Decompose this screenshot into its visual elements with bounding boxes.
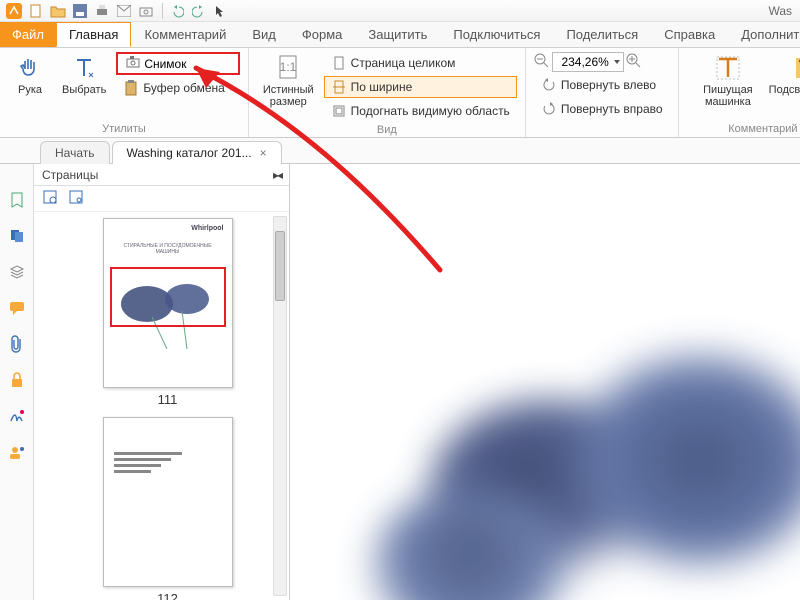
highlight-button[interactable]: Подсвеченный: [773, 52, 800, 98]
menu-tab-form[interactable]: Форма: [289, 22, 356, 47]
redo-icon[interactable]: [189, 1, 209, 21]
layers-icon[interactable]: [7, 262, 27, 282]
ribbon-group-view: 1:1 Истинный размер Страница целиком По …: [249, 48, 526, 137]
fit-width-icon: [331, 79, 347, 95]
selection-rect: [110, 267, 226, 327]
ribbon-group-utils: Рука Выбрать Снимок Буфер обмена ▾ Утили…: [0, 48, 249, 137]
clipboard-icon: [123, 80, 139, 96]
panel-header: Страницы ▸◂: [34, 164, 289, 186]
save-icon[interactable]: [70, 1, 90, 21]
comments-panel-icon[interactable]: [7, 298, 27, 318]
open-folder-icon[interactable]: [48, 1, 68, 21]
window-title: Was: [768, 4, 796, 18]
select-tool-button[interactable]: Выбрать: [56, 52, 112, 98]
thumb-small-icon[interactable]: [68, 189, 84, 208]
actual-size-icon: 1:1: [274, 54, 302, 82]
print-icon[interactable]: [92, 1, 112, 21]
rotate-right-button[interactable]: Повернуть вправо: [534, 98, 670, 120]
menu-tab-share[interactable]: Поделиться: [553, 22, 651, 47]
menu-tab-protect[interactable]: Защитить: [355, 22, 440, 47]
side-nav: [0, 164, 34, 600]
email-icon[interactable]: [114, 1, 134, 21]
snapshot-qat-icon[interactable]: [136, 1, 156, 21]
typewriter-icon: [714, 54, 742, 82]
new-file-icon[interactable]: [26, 1, 46, 21]
rotate-right-icon: [541, 101, 557, 117]
zoom-in-icon[interactable]: [626, 53, 642, 72]
menu-file[interactable]: Файл: [0, 22, 56, 47]
actual-size-button[interactable]: 1:1 Истинный размер: [257, 52, 320, 110]
clipboard-button[interactable]: Буфер обмена ▾: [116, 77, 240, 99]
ribbon: Рука Выбрать Снимок Буфер обмена ▾ Утили…: [0, 48, 800, 138]
attachments-icon[interactable]: [7, 334, 27, 354]
undo-icon[interactable]: [167, 1, 187, 21]
svg-text:1:1: 1:1: [280, 60, 297, 74]
pages-panel-icon[interactable]: [7, 226, 27, 246]
thumbnail-112[interactable]: 112: [103, 417, 233, 600]
bookmarks-icon[interactable]: [7, 190, 27, 210]
rotate-left-button[interactable]: Повернуть влево: [534, 74, 670, 96]
rotate-left-icon: [541, 77, 557, 93]
app-logo-icon: [4, 1, 24, 21]
hand-icon: [16, 54, 44, 82]
panel-toolbar: [34, 186, 289, 212]
fit-visible-icon: [331, 103, 347, 119]
whole-page-icon: [331, 55, 347, 71]
typewriter-button[interactable]: Пишущая машинка: [687, 52, 770, 110]
whole-page-button[interactable]: Страница целиком: [324, 52, 517, 74]
document-tabs: Начать Washing каталог 201... ×: [0, 138, 800, 164]
workspace: Страницы ▸◂ Whirlpool СТИРАЛЬНЫЕ И ПОСУД…: [0, 164, 800, 600]
thumbnail-111[interactable]: Whirlpool СТИРАЛЬНЫЕ И ПОСУДОМОЕЧНЫЕМАШИ…: [103, 218, 233, 407]
thumbnails-list: Whirlpool СТИРАЛЬНЫЕ И ПОСУДОМОЕЧНЫЕМАШИ…: [34, 212, 289, 600]
share-panel-icon[interactable]: [7, 442, 27, 462]
doc-tab-start[interactable]: Начать: [40, 141, 110, 164]
menu-tab-home[interactable]: Главная: [56, 22, 131, 47]
menu-tab-connect[interactable]: Подключиться: [440, 22, 553, 47]
ribbon-group-comment: Пишущая машинка Подсвеченный Комментарий: [679, 48, 800, 137]
document-canvas[interactable]: [290, 164, 800, 600]
close-tab-icon[interactable]: ×: [260, 146, 267, 160]
menu-tab-view[interactable]: Вид: [239, 22, 289, 47]
ribbon-group-zoom: 234,26% Повернуть влево Повернуть вправо: [526, 48, 679, 137]
pages-panel: Страницы ▸◂ Whirlpool СТИРАЛЬНЫЕ И ПОСУД…: [34, 164, 290, 600]
fit-width-button[interactable]: По ширине: [324, 76, 517, 98]
zoom-out-icon[interactable]: [534, 53, 550, 72]
highlight-icon: [792, 54, 800, 82]
select-text-icon: [70, 54, 98, 82]
fit-visible-button[interactable]: Подогнать видимую область: [324, 100, 517, 122]
snapshot-button[interactable]: Снимок: [116, 52, 240, 75]
thumbnails-scrollbar[interactable]: [273, 216, 287, 596]
menu-tab-help[interactable]: Справка: [651, 22, 728, 47]
thumb-large-icon[interactable]: [42, 189, 58, 208]
hand-tool-button[interactable]: Рука: [8, 52, 52, 98]
menu-tab-extras[interactable]: Дополнит: [728, 22, 800, 47]
camera-icon: [126, 56, 140, 71]
doc-tab-washing[interactable]: Washing каталог 201... ×: [112, 141, 282, 164]
menu-bar: Файл Главная Комментарий Вид Форма Защит…: [0, 22, 800, 48]
sign-icon[interactable]: [7, 406, 27, 426]
zoom-combo[interactable]: 234,26%: [552, 52, 624, 72]
scrollbar-thumb[interactable]: [275, 231, 285, 301]
collapse-panel-icon[interactable]: ▸◂: [273, 168, 281, 182]
menu-tab-comment[interactable]: Комментарий: [131, 22, 239, 47]
title-bar: Was: [0, 0, 800, 22]
chevron-down-icon: ▾: [229, 84, 233, 93]
cursor-dropdown-icon[interactable]: [211, 1, 231, 21]
page-content-image: [310, 280, 800, 600]
security-icon[interactable]: [7, 370, 27, 390]
